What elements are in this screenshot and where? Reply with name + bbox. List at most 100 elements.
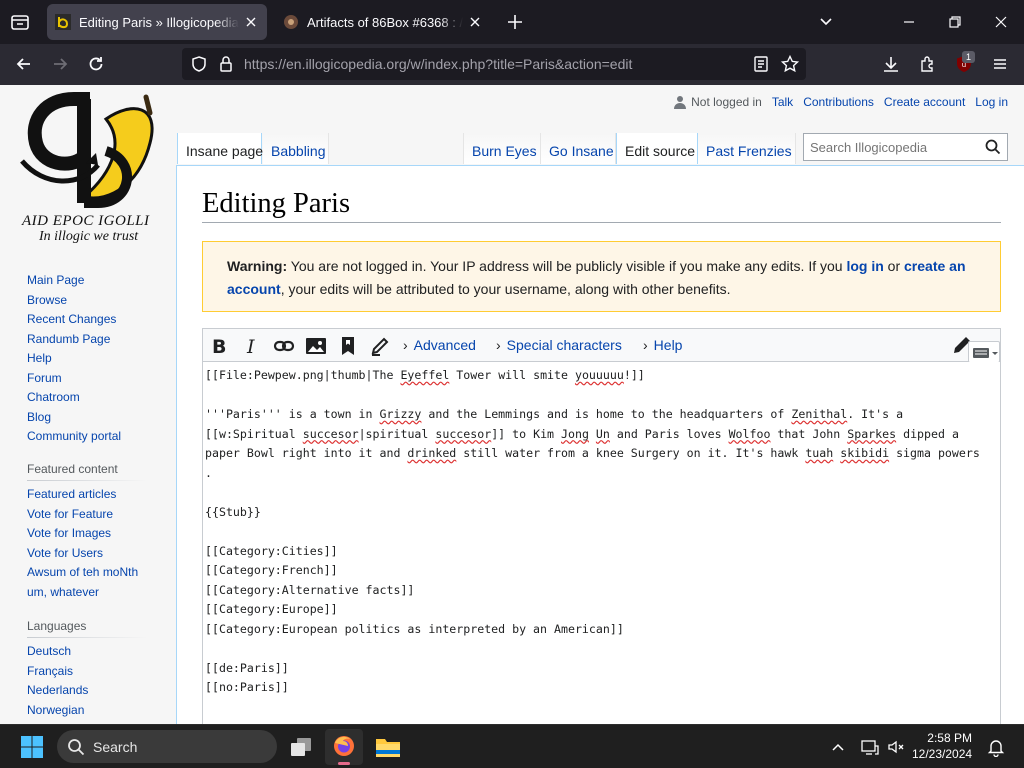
downloads-icon[interactable] bbox=[881, 54, 901, 74]
link-icon[interactable] bbox=[273, 335, 295, 357]
sidebar-link-random-page[interactable]: Randumb Page bbox=[27, 330, 121, 350]
sidebar-link-community-portal[interactable]: Community portal bbox=[27, 427, 121, 447]
tab-label[interactable]: Burn Eyes bbox=[472, 143, 537, 159]
sidebar-link-browse[interactable]: Browse bbox=[27, 291, 121, 311]
bookmark-star-icon[interactable] bbox=[780, 54, 800, 74]
task-view-button[interactable] bbox=[282, 729, 320, 765]
advanced-menu[interactable]: › Advanced bbox=[403, 337, 476, 353]
sidebar-link-main-page[interactable]: Main Page bbox=[27, 271, 121, 291]
sidebar-link-awsum-month[interactable]: Awsum of teh moNth bbox=[27, 563, 138, 583]
tab-list-icon[interactable] bbox=[8, 10, 32, 34]
taskbar-search[interactable]: Search bbox=[57, 730, 277, 763]
sidebar-link-featured-articles[interactable]: Featured articles bbox=[27, 485, 138, 505]
sidebar-link-help[interactable]: Help bbox=[27, 349, 121, 369]
editor-text: '''Paris''' is a town in bbox=[205, 407, 380, 421]
back-arrow-icon[interactable] bbox=[14, 54, 34, 74]
sidebar-link-recent-changes[interactable]: Recent Changes bbox=[27, 310, 121, 330]
sidebar-link-um-whatever[interactable]: um, whatever bbox=[27, 583, 138, 603]
extensions-puzzle-icon[interactable] bbox=[918, 54, 938, 74]
search-icon[interactable] bbox=[985, 139, 1001, 155]
task-view-icon bbox=[291, 738, 311, 756]
tab-go-insane[interactable]: Go Insane bbox=[541, 133, 616, 164]
reload-icon[interactable] bbox=[86, 54, 106, 74]
tab-past-frenzies[interactable]: Past Frenzies bbox=[698, 133, 796, 164]
sidebar-link-vote-feature[interactable]: Vote for Feature bbox=[27, 505, 138, 525]
language-link-nederlands[interactable]: Nederlands bbox=[27, 681, 88, 701]
tab-label[interactable]: Go Insane bbox=[549, 143, 614, 159]
network-icon[interactable] bbox=[860, 737, 880, 757]
firefox-taskbar-button[interactable] bbox=[325, 729, 363, 765]
illogicopedia-logo-icon bbox=[20, 92, 154, 208]
site-logo[interactable]: AID EPOC IGOLLI In illogic we trust bbox=[14, 91, 164, 244]
notification-bell-icon[interactable] bbox=[986, 737, 1006, 757]
address-bar[interactable]: https://en.illogicopedia.org/w/index.php… bbox=[182, 48, 806, 80]
tab-label[interactable]: Past Frenzies bbox=[706, 143, 792, 159]
editor-text: sigma powers bbox=[889, 446, 980, 460]
minimize-icon[interactable] bbox=[899, 12, 919, 32]
talk-link[interactable]: Talk bbox=[772, 95, 793, 109]
editor-line: [[Category:European politics as interpre… bbox=[205, 620, 998, 640]
tab-insane-page[interactable]: Insane page bbox=[177, 133, 263, 164]
contributions-link[interactable]: Contributions bbox=[803, 95, 874, 109]
wikitext-editor[interactable]: [[File:Pewpew.png|thumb|The Eyeffel Towe… bbox=[202, 362, 1001, 724]
sidebar-link-vote-users[interactable]: Vote for Users bbox=[27, 544, 138, 564]
close-window-icon[interactable] bbox=[991, 12, 1011, 32]
sidebar-link-chatroom[interactable]: Chatroom bbox=[27, 388, 121, 408]
tab-label[interactable]: Babbling bbox=[271, 143, 326, 159]
system-clock[interactable]: 2:58 PM 12/23/2024 bbox=[912, 730, 972, 762]
special-characters-menu[interactable]: › Special characters bbox=[496, 337, 622, 353]
help-label: Help bbox=[653, 337, 683, 353]
editor-text: {{Stub}} bbox=[205, 504, 261, 519]
sidebar-link-forum[interactable]: Forum bbox=[27, 369, 121, 389]
reader-view-icon[interactable] bbox=[752, 55, 770, 73]
list-all-tabs-chevron-icon[interactable] bbox=[816, 12, 836, 32]
sidebar-link-blog[interactable]: Blog bbox=[27, 408, 121, 428]
editor-line: . bbox=[205, 464, 998, 484]
warning-log-in-link[interactable]: log in bbox=[846, 258, 883, 274]
url-path: /w/index.php?title=Paris&action=edit bbox=[406, 56, 633, 72]
shield-icon[interactable] bbox=[190, 55, 208, 73]
close-tab-icon[interactable] bbox=[467, 14, 483, 30]
reference-bookmark-icon[interactable] bbox=[337, 335, 359, 357]
language-link-deutsch[interactable]: Deutsch bbox=[27, 642, 88, 662]
windows-start-icon[interactable] bbox=[20, 735, 44, 759]
help-menu[interactable]: › Help bbox=[643, 337, 682, 353]
keyboard-icon bbox=[973, 348, 998, 358]
title-divider bbox=[202, 222, 1001, 223]
editor-line: '''Paris''' is a town in Grizzy and the … bbox=[205, 405, 998, 425]
tab-title: Editing Paris » Illogicopedia - The nons… bbox=[79, 14, 239, 30]
hamburger-menu-icon[interactable] bbox=[990, 54, 1010, 74]
tab-burn-eyes[interactable]: Burn Eyes bbox=[463, 133, 541, 164]
language-link-norwegian[interactable]: Norwegian bbox=[27, 701, 88, 721]
editor-text: . bbox=[205, 465, 212, 480]
italic-icon[interactable]: I bbox=[241, 335, 263, 357]
file-explorer-taskbar-button[interactable] bbox=[369, 729, 407, 765]
editor-text: and the Lemmings and is home to the head… bbox=[421, 407, 792, 421]
image-icon[interactable] bbox=[305, 335, 327, 357]
input-method-button[interactable] bbox=[968, 341, 1000, 363]
volume-muted-icon[interactable] bbox=[886, 737, 906, 757]
bold-icon[interactable]: B bbox=[208, 335, 230, 357]
lock-icon[interactable] bbox=[218, 55, 234, 73]
tab-edit-source[interactable]: Edit source bbox=[616, 133, 698, 164]
editor-text: Tower will smite bbox=[449, 368, 575, 382]
browser-tab[interactable]: Artifacts of 86Box #6368 : /Old Box bbox=[275, 4, 491, 40]
language-link-francais[interactable]: Français bbox=[27, 662, 88, 682]
forward-arrow-icon[interactable] bbox=[50, 54, 70, 74]
editor-text: [[de:Paris]] bbox=[205, 660, 289, 675]
logo-tagline: In illogic we trust bbox=[39, 229, 139, 244]
log-in-link[interactable]: Log in bbox=[975, 95, 1008, 109]
misspelled-word: Wolfoo bbox=[728, 426, 771, 441]
search-input[interactable] bbox=[804, 134, 974, 160]
tab-babbling[interactable]: Babbling bbox=[263, 133, 329, 164]
show-hidden-icons-chevron-icon[interactable] bbox=[828, 737, 848, 757]
url-host: https://en.illogicopedia.org bbox=[244, 56, 407, 72]
restore-icon[interactable] bbox=[945, 12, 965, 32]
create-account-link[interactable]: Create account bbox=[884, 95, 965, 109]
sidebar-link-vote-images[interactable]: Vote for Images bbox=[27, 524, 138, 544]
browser-tab-active[interactable]: Editing Paris » Illogicopedia - The nons… bbox=[47, 4, 267, 40]
signature-pencil-icon[interactable] bbox=[369, 335, 391, 357]
new-tab-icon[interactable] bbox=[505, 12, 525, 32]
close-tab-icon[interactable] bbox=[243, 14, 259, 30]
